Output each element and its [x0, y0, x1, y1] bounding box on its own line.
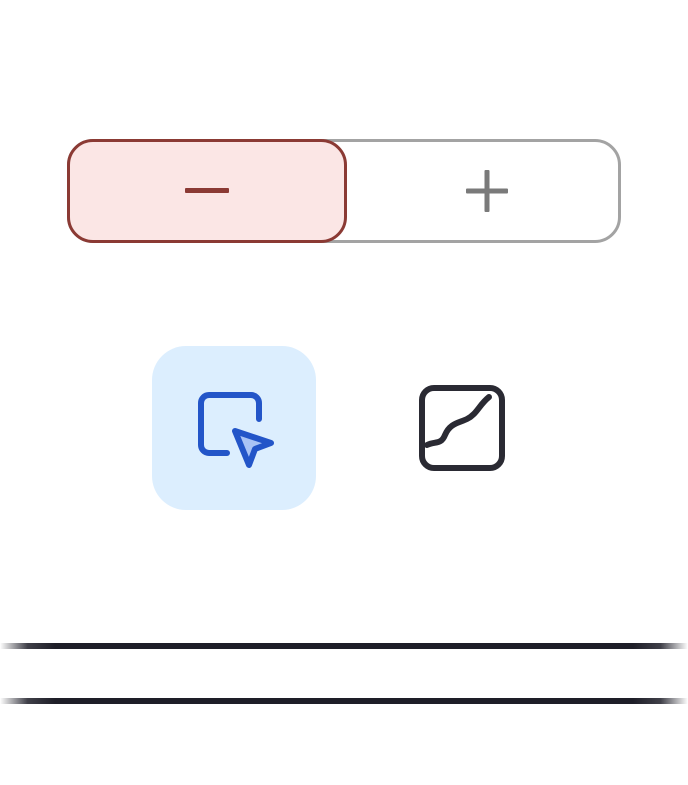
select-cursor-icon	[198, 392, 274, 468]
plus-button[interactable]	[347, 139, 627, 243]
minus-button[interactable]	[67, 139, 347, 243]
curve-path-icon	[419, 385, 505, 471]
divider-line	[0, 698, 688, 704]
divider-line	[0, 643, 688, 649]
minus-icon	[185, 188, 229, 193]
select-tool-button[interactable]	[152, 346, 316, 510]
canvas	[0, 0, 688, 785]
plus-icon	[466, 170, 508, 212]
curve-tool-button[interactable]	[380, 346, 544, 510]
stepper-segmented-control	[67, 139, 621, 243]
